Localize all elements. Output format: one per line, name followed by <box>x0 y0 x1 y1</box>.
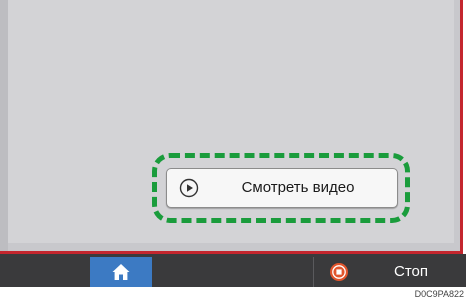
figure-code: D0C9PA822 <box>414 289 464 299</box>
bar-divider <box>313 257 314 287</box>
stop-icon <box>330 263 348 281</box>
stop-button[interactable]: Стоп <box>318 257 466 287</box>
play-circle-icon <box>179 178 199 198</box>
stop-label: Стоп <box>394 263 428 280</box>
screen-edge <box>0 0 8 251</box>
home-icon <box>112 264 130 280</box>
watch-video-label: Смотреть видео <box>241 179 355 196</box>
watch-video-button[interactable]: Смотреть видео <box>166 168 398 208</box>
device-panel: Смотреть видео Стоп D0C9PA822 <box>0 0 466 300</box>
home-button[interactable] <box>90 257 152 287</box>
bottom-bar: Стоп <box>0 254 466 287</box>
